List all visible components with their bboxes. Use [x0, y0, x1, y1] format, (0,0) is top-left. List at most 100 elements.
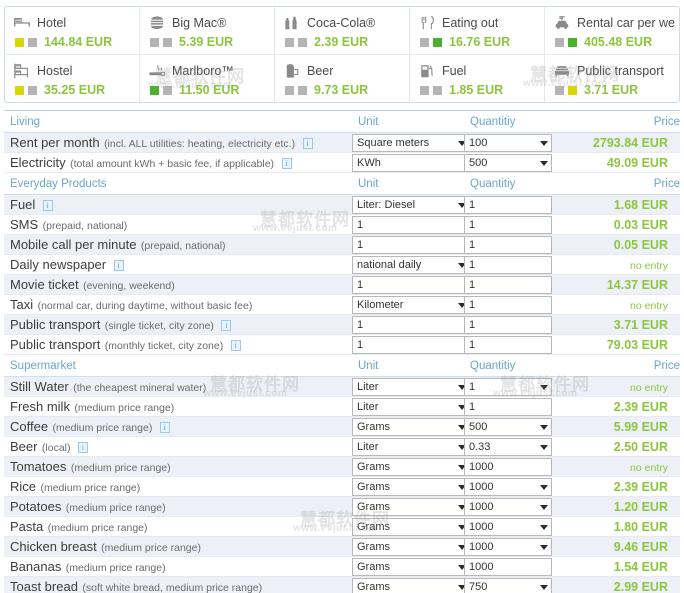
- info-icon[interactable]: i: [302, 137, 313, 149]
- summary-item[interactable]: Hotel 144.84 EUR: [5, 7, 140, 55]
- quantity-select[interactable]: 1: [464, 195, 552, 214]
- price-column-header-cell: Price: [560, 354, 680, 377]
- info-icon[interactable]: i: [159, 421, 170, 433]
- unit-select-value: Grams: [357, 500, 390, 513]
- unit-select[interactable]: Grams: [352, 557, 470, 576]
- info-icon[interactable]: i: [230, 339, 241, 351]
- quantity-select[interactable]: 1: [464, 275, 552, 294]
- info-icon[interactable]: i: [77, 441, 88, 453]
- unit-select[interactable]: Grams: [352, 497, 470, 516]
- bunkbed-icon: [13, 62, 31, 80]
- quantity-select[interactable]: 500: [464, 153, 552, 172]
- summary-item[interactable]: Rental car per week 405.48 EUR: [545, 7, 679, 55]
- quantity-select[interactable]: 500: [464, 417, 552, 436]
- unit-cell: Square meters: [352, 132, 470, 153]
- unit-select[interactable]: Liter: [352, 437, 470, 456]
- quantity-select[interactable]: 1: [464, 235, 552, 254]
- quantity-select[interactable]: 1000: [464, 477, 552, 496]
- summary-item[interactable]: Marlboro™ 11.50 EUR: [140, 55, 275, 102]
- cost-of-living-table: Living Unit Quantitiy Price Rent per mon…: [4, 110, 680, 593]
- unit-select[interactable]: Grams: [352, 577, 470, 593]
- unit-select-value: Liter: [357, 380, 379, 393]
- quantity-select[interactable]: 1000: [464, 497, 552, 516]
- indicator-chip-2: [28, 85, 37, 95]
- quantity-cell: 1000: [464, 516, 560, 537]
- indicator-chip-1: [150, 37, 159, 47]
- unit-select[interactable]: Liter: Diesel: [352, 195, 470, 214]
- summary-item[interactable]: Coca-Cola® 2.39 EUR: [275, 7, 410, 55]
- quantity-select[interactable]: 1: [464, 397, 552, 416]
- unit-select[interactable]: 1: [352, 315, 470, 334]
- unit-select[interactable]: Grams: [352, 517, 470, 536]
- quantity-select[interactable]: 1000: [464, 457, 552, 476]
- unit-select-value: Kilometer: [357, 298, 404, 311]
- info-icon[interactable]: i: [281, 157, 292, 169]
- item-name: Rent per month: [10, 134, 100, 150]
- unit-select[interactable]: Liter: [352, 377, 470, 396]
- price-cell: 0.05 EUR: [560, 234, 680, 255]
- unit-select[interactable]: KWh: [352, 153, 470, 172]
- quantity-cell: 1000: [464, 536, 560, 557]
- unit-select[interactable]: Kilometer: [352, 295, 470, 314]
- unit-cell: Grams: [352, 576, 470, 593]
- item-name: Fresh milk: [10, 398, 70, 414]
- info-icon[interactable]: i: [221, 319, 232, 331]
- summary-item-label: Eating out: [442, 15, 499, 30]
- summary-item[interactable]: Beer 9.73 EUR: [275, 55, 410, 102]
- unit-select[interactable]: Grams: [352, 477, 470, 496]
- unit-select[interactable]: 1: [352, 275, 470, 294]
- unit-select[interactable]: Square meters: [352, 133, 470, 152]
- unit-select-value: 1: [357, 238, 364, 251]
- price-value: 1.80 EUR: [613, 519, 668, 534]
- info-icon[interactable]: i: [113, 259, 124, 271]
- unit-select[interactable]: Grams: [352, 537, 470, 556]
- summary-item-price-row: 144.84 EUR: [13, 35, 135, 49]
- summary-item[interactable]: Public transport 3.71 EUR: [545, 55, 679, 102]
- price-cell: 3.71 EUR: [560, 314, 680, 335]
- unit-cell: 1: [352, 334, 470, 355]
- quantity-select-value: 1: [469, 298, 476, 311]
- unit-select[interactable]: 1: [352, 235, 470, 254]
- table-row: SMS (prepaid, national) 1 1 0.03 EUR: [4, 214, 680, 235]
- quantity-cell: 1: [464, 294, 560, 315]
- quantity-select[interactable]: 750: [464, 577, 552, 593]
- quantity-select[interactable]: 1: [464, 377, 552, 396]
- item-name: Rice: [10, 478, 37, 494]
- quantity-select[interactable]: 0.33: [464, 437, 552, 456]
- unit-select[interactable]: 1: [352, 335, 470, 354]
- unit-select-value: 1: [357, 218, 364, 231]
- quantity-select[interactable]: 1: [464, 295, 552, 314]
- quantity-select[interactable]: 1: [464, 255, 552, 274]
- column-header-quantity: Quantitiy: [470, 116, 516, 128]
- summary-item-label: Coca-Cola®: [307, 15, 376, 30]
- item-name: Toast bread: [10, 578, 78, 593]
- summary-item[interactable]: Fuel 1.85 EUR: [410, 55, 545, 102]
- quantity-cell: 1: [464, 314, 560, 335]
- quantity-select[interactable]: 1: [464, 315, 552, 334]
- quantity-select[interactable]: 1000: [464, 517, 552, 536]
- summary-item[interactable]: Big Mac® 5.39 EUR: [140, 7, 275, 55]
- unit-select[interactable]: Grams: [352, 417, 470, 436]
- unit-select[interactable]: national daily: [352, 255, 470, 274]
- unit-select[interactable]: 1: [352, 215, 470, 234]
- summary-item[interactable]: Hostel 35.25 EUR: [5, 55, 140, 102]
- indicator-chip-2: [28, 37, 37, 47]
- unit-cell: 1: [352, 314, 470, 335]
- unit-select[interactable]: Liter: [352, 397, 470, 416]
- quantity-cell: 1: [464, 214, 560, 235]
- quantity-cell: 1: [464, 234, 560, 255]
- summary-item-label: Marlboro™: [172, 63, 234, 78]
- quantity-select[interactable]: 1: [464, 215, 552, 234]
- quantity-select[interactable]: 1000: [464, 537, 552, 556]
- summary-item[interactable]: Eating out 16.76 EUR: [410, 7, 545, 55]
- unit-select[interactable]: Grams: [352, 457, 470, 476]
- quantity-select[interactable]: 1000: [464, 557, 552, 576]
- quantity-select[interactable]: 100: [464, 133, 552, 152]
- table-row: Public transport (single ticket, city zo…: [4, 314, 680, 335]
- column-header-unit: Unit: [358, 178, 379, 190]
- item-description: (monthly ticket, city zone): [104, 339, 224, 352]
- quantity-select-value: 1000: [469, 480, 494, 493]
- unit-cell: national daily: [352, 254, 470, 275]
- info-icon[interactable]: i: [42, 199, 53, 211]
- quantity-select[interactable]: 1: [464, 335, 552, 354]
